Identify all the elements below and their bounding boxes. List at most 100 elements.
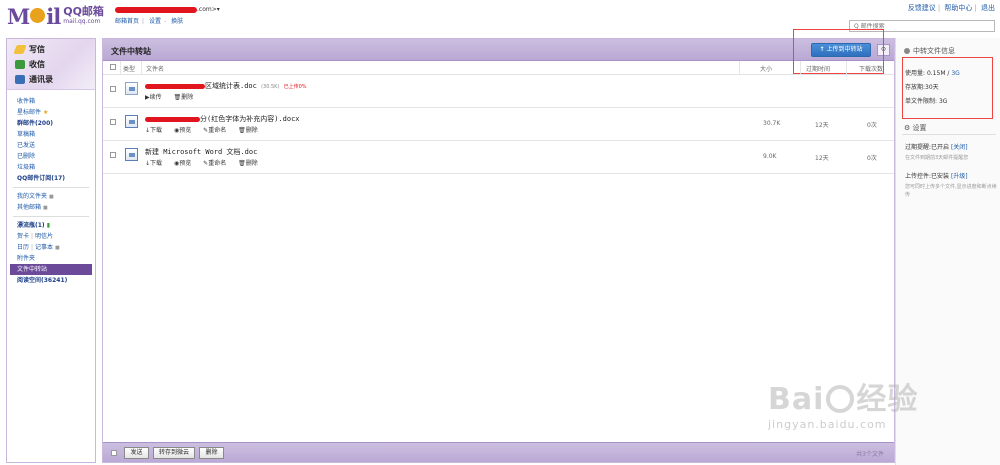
sidebar-item-other-mailboxes[interactable]: 其他邮箱 ■ — [7, 202, 95, 213]
sidebar-item-attachments[interactable]: 附件夹 — [7, 253, 95, 264]
settings-header[interactable]: ⚙ 设置 — [904, 123, 927, 133]
file-downloads: 0次 — [867, 155, 877, 162]
lock-icon: ■ — [54, 245, 60, 251]
sidebar-item-drift-bottle[interactable]: 漂流瓶(1) ▮ — [7, 220, 95, 231]
sidebar-item-inbox[interactable]: 收件箱 — [7, 96, 95, 107]
row-checkbox[interactable] — [110, 152, 116, 158]
account-switcher[interactable]: .com>▾ — [115, 6, 220, 13]
sidebar-item-cards[interactable]: 贺卡 | 明信片 — [7, 231, 95, 242]
retention-line: 存放期:30天 — [905, 84, 939, 91]
folder-list: 收件箱 星标邮件 ★ 群邮件(200) 草稿箱 已发送 已删除 垃圾箱 QQ邮件… — [7, 90, 95, 286]
receive-button[interactable]: 收信 — [7, 57, 95, 72]
bottle-icon: ▮ — [46, 222, 51, 229]
greeting-card-link[interactable]: 贺卡 — [17, 233, 29, 240]
lock-icon: ■ — [42, 205, 48, 211]
qqmail-logo[interactable]: Mil QQ邮箱 mail.qq.com — [7, 5, 104, 29]
gear-icon: ⚙ — [904, 124, 911, 132]
mailbox-home-link[interactable]: 邮箱首页 — [115, 18, 139, 25]
baidu-watermark: Bai 经验 jingyan.baidu.com — [768, 366, 968, 446]
delete-button[interactable]: 🗑删除 — [174, 94, 199, 101]
watermark-logo: Bai 经验 — [768, 382, 919, 417]
row-checkbox[interactable] — [110, 86, 116, 92]
file-row[interactable]: 区域统计表.doc (30.5K) 已上传0% ▶续传 🗑删除 — [103, 75, 894, 108]
col-filename[interactable]: 文件名 — [146, 64, 164, 73]
top-links: 反馈建议 | 帮助中心 | 退出 — [907, 4, 995, 12]
feedback-link[interactable]: 反馈建议 — [908, 4, 936, 12]
sidebar-item-starred[interactable]: 星标邮件 ★ — [7, 107, 95, 118]
file-count: 共3个文件 — [856, 451, 884, 458]
select-all-checkbox[interactable] — [110, 64, 116, 70]
write-button[interactable]: 写信 — [7, 42, 95, 57]
logo-name: QQ邮箱 — [63, 5, 104, 18]
account-nav: 邮箱首页 | 设置 - 换肤 — [115, 18, 184, 25]
file-expiry: 12天 — [815, 122, 829, 129]
col-expiry[interactable]: 过期时间 — [806, 64, 830, 73]
delete-button[interactable]: 🗑删除 — [238, 127, 263, 134]
pen-icon — [13, 45, 27, 54]
contacts-button[interactable]: 通讯录 — [7, 72, 95, 87]
sidebar-item-drafts[interactable]: 草稿箱 — [7, 129, 95, 140]
upload-control-desc: 您可同时上传多个文件,显示进度和断点续传 — [905, 184, 997, 198]
send-button[interactable]: 发送 — [124, 447, 149, 459]
divider — [13, 187, 89, 188]
sidebar-item-group-mail[interactable]: 群邮件(200) — [7, 118, 95, 129]
help-link[interactable]: 帮助中心 — [944, 4, 972, 12]
file-actions: ↓下载 ◉预览 ✎重命名 🗑删除 — [145, 125, 268, 134]
resume-button[interactable]: ▶续传 — [145, 94, 167, 101]
file-name[interactable]: 分(红色字体为补充内容).docx — [145, 114, 300, 124]
receive-icon — [15, 60, 25, 69]
logout-link[interactable]: 退出 — [981, 4, 995, 12]
file-name[interactable]: 区域统计表.doc (30.5K) 已上传0% — [145, 81, 307, 91]
file-downloads: 0次 — [867, 122, 877, 129]
file-row[interactable]: 分(红色字体为补充内容).docx ↓下载 ◉预览 ✎重命名 🗑删除 30.7K… — [103, 108, 894, 141]
doc-file-icon — [125, 82, 138, 95]
expiry-reminder: 过期提醒:已开启 [关闭] — [905, 144, 968, 151]
file-actions: ↓下载 ◉预览 ✎重命名 🗑删除 — [145, 158, 268, 167]
sidebar-item-deleted[interactable]: 已删除 — [7, 151, 95, 162]
redacted-account — [115, 6, 197, 13]
notepad-link[interactable]: 记事本 — [35, 244, 53, 251]
delete-button[interactable]: 🗑删除 — [238, 160, 263, 167]
settings-link[interactable]: 设置 — [149, 18, 161, 25]
postcard-link[interactable]: 明信片 — [35, 233, 53, 240]
row-checkbox[interactable] — [110, 119, 116, 125]
download-button[interactable]: ↓下载 — [145, 127, 167, 134]
preview-button[interactable]: ◉预览 — [174, 160, 196, 167]
file-size: 9.0K — [763, 153, 777, 160]
download-button[interactable]: ↓下载 — [145, 160, 167, 167]
rename-button[interactable]: ✎重命名 — [203, 127, 231, 134]
storage-info: 使用量: 0.15M / 3G 存放期:30天 单文件限制: 3G — [905, 67, 960, 109]
star-icon: ★ — [42, 109, 49, 116]
col-size[interactable]: 大小 — [760, 64, 772, 73]
col-downloads[interactable]: 下载次数 — [859, 64, 883, 73]
rename-button[interactable]: ✎重命名 — [203, 160, 231, 167]
upgrade-link[interactable]: [升级] — [951, 173, 968, 180]
save-to-cloud-button[interactable]: 转存到微云 — [153, 447, 195, 459]
paw-icon — [826, 385, 855, 413]
divider — [13, 216, 89, 217]
info-icon — [904, 48, 910, 54]
page-title: 文件中转站 — [111, 47, 151, 56]
preview-button[interactable]: ◉预览 — [174, 127, 196, 134]
sidebar-item-file-transfer[interactable]: 文件中转站 — [10, 264, 92, 275]
footer-select-all-checkbox[interactable] — [111, 450, 117, 456]
file-row[interactable]: 新建 Microsoft Word 文档.doc ↓下载 ◉预览 ✎重命名 🗑删… — [103, 141, 894, 174]
sidebar-item-calendar-notes[interactable]: 日历 | 记事本 ■ — [7, 242, 95, 253]
file-name[interactable]: 新建 Microsoft Word 文档.doc — [145, 147, 257, 157]
chevron-down-icon: ▾ — [216, 6, 220, 13]
sidebar-item-my-folders[interactable]: 我的文件夹 ■ — [7, 191, 95, 202]
skin-link[interactable]: 换肤 — [171, 18, 183, 25]
sidebar-item-sent[interactable]: 已发送 — [7, 140, 95, 151]
file-expiry: 12天 — [815, 155, 829, 162]
expiry-reminder-toggle[interactable]: [关闭] — [951, 144, 968, 151]
usage-line: 使用量: 0.15M / 3G — [905, 70, 960, 77]
delete-selected-button[interactable]: 删除 — [199, 447, 224, 459]
upload-status: 已上传0% — [283, 84, 307, 90]
logo-mark: Mil — [7, 4, 61, 29]
sidebar-item-spam[interactable]: 垃圾箱 — [7, 162, 95, 173]
sidebar-item-subscriptions[interactable]: QQ邮件订阅(17) — [7, 173, 95, 184]
calendar-link[interactable]: 日历 — [17, 244, 29, 251]
sidebar-item-reading-space[interactable]: 阅读空间(36241) — [7, 275, 95, 286]
doc-file-icon — [125, 148, 138, 161]
compose-area: 写信 收信 通讯录 — [7, 39, 95, 90]
